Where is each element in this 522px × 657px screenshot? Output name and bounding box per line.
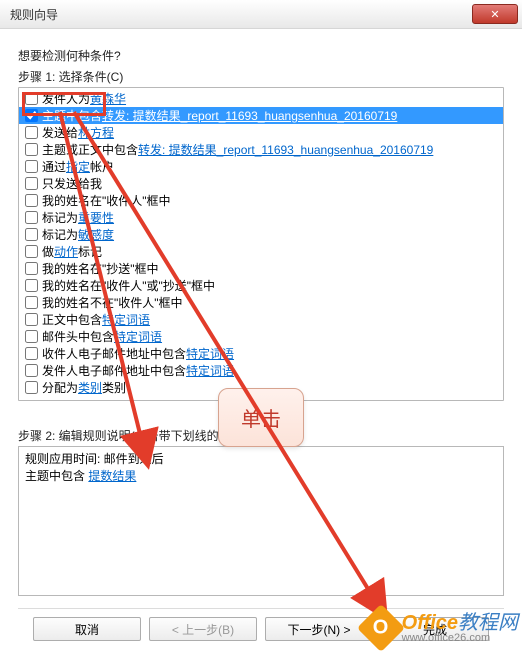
condition-checkbox[interactable] <box>25 330 38 343</box>
condition-prefix: 我的姓名在"收件人"或"抄送"框中 <box>42 277 215 294</box>
content-area: 想要检测何种条件? 步骤 1: 选择条件(C) 发件人为 黄森华主题中包含 转发… <box>0 29 522 608</box>
condition-checkbox[interactable] <box>25 143 38 156</box>
condition-checkbox[interactable] <box>25 126 38 139</box>
condition-checkbox[interactable] <box>25 92 38 105</box>
close-icon: ✕ <box>490 8 499 21</box>
condition-checkbox[interactable] <box>25 228 38 241</box>
condition-prefix: 邮件头中包含 <box>42 328 114 345</box>
rule-description-box: 规则应用时间: 邮件到达后 主题中包含 提数结果 <box>18 446 504 596</box>
condition-checkbox[interactable] <box>25 177 38 190</box>
condition-suffix: 类别 <box>102 379 126 396</box>
condition-row[interactable]: 通过 指定 帐户 <box>19 158 503 175</box>
desc-subject-link[interactable]: 提数结果 <box>88 469 136 483</box>
condition-link[interactable]: 类别 <box>78 379 102 396</box>
step1-label: 步骤 1: 选择条件(C) <box>18 68 504 85</box>
condition-prefix: 只发送给我 <box>42 175 102 192</box>
callout-text: 单击 <box>241 409 281 431</box>
condition-prefix: 正文中包含 <box>42 311 102 328</box>
condition-row[interactable]: 发送给 林方程 <box>19 124 503 141</box>
question-heading: 想要检测何种条件? <box>18 47 504 64</box>
condition-link[interactable]: 转发: 提数结果_report_11693_huangsenhua_201607… <box>102 107 397 124</box>
condition-prefix: 主题中包含 <box>42 107 102 124</box>
condition-checkbox[interactable] <box>25 296 38 309</box>
condition-row[interactable]: 我的姓名在"收件人"或"抄送"框中 <box>19 277 503 294</box>
condition-prefix: 分配为 <box>42 379 78 396</box>
condition-checkbox[interactable] <box>25 364 38 377</box>
watermark-url: www.office26.com <box>402 633 518 644</box>
condition-row[interactable]: 标记为 重要性 <box>19 209 503 226</box>
condition-row[interactable]: 主题或正文中包含 转发: 提数结果_report_11693_huangsenh… <box>19 141 503 158</box>
condition-row[interactable]: 发件人为 黄森华 <box>19 90 503 107</box>
condition-row[interactable]: 做 动作 标记 <box>19 243 503 260</box>
watermark-icon: O <box>357 604 405 652</box>
condition-link[interactable]: 敏感度 <box>78 226 114 243</box>
condition-prefix: 通过 <box>42 158 66 175</box>
condition-prefix: 标记为 <box>42 226 78 243</box>
condition-prefix: 收件人电子邮件地址中包含 <box>42 345 186 362</box>
condition-row[interactable]: 只发送给我 <box>19 175 503 192</box>
condition-link[interactable]: 特定词语 <box>102 311 150 328</box>
condition-link[interactable]: 特定词语 <box>186 345 234 362</box>
annotation-callout: 单击 <box>218 388 304 447</box>
condition-row[interactable]: 主题中包含 转发: 提数结果_report_11693_huangsenhua_… <box>19 107 503 124</box>
condition-checkbox[interactable] <box>25 381 38 394</box>
dialog-window: 规则向导 ✕ 想要检测何种条件? 步骤 1: 选择条件(C) 发件人为 黄森华主… <box>0 0 522 657</box>
condition-row[interactable]: 发件人电子邮件地址中包含 特定词语 <box>19 362 503 379</box>
condition-checkbox[interactable] <box>25 262 38 275</box>
window-title: 规则向导 <box>10 6 472 23</box>
condition-prefix: 标记为 <box>42 209 78 226</box>
condition-link[interactable]: 特定词语 <box>186 362 234 379</box>
condition-prefix: 发送给 <box>42 124 78 141</box>
condition-checkbox[interactable] <box>25 160 38 173</box>
conditions-container: 发件人为 黄森华主题中包含 转发: 提数结果_report_11693_huan… <box>19 88 503 398</box>
condition-checkbox[interactable] <box>25 109 38 122</box>
condition-prefix: 做 <box>42 243 54 260</box>
desc-line-2-prefix: 主题中包含 <box>25 469 88 483</box>
condition-row[interactable]: 我的姓名不在"收件人"框中 <box>19 294 503 311</box>
condition-row[interactable]: 我的姓名在"抄送"框中 <box>19 260 503 277</box>
condition-checkbox[interactable] <box>25 211 38 224</box>
condition-checkbox[interactable] <box>25 245 38 258</box>
condition-checkbox[interactable] <box>25 194 38 207</box>
condition-suffix: 帐户 <box>90 158 114 175</box>
watermark: O Office教程网 www.office26.com <box>364 611 518 645</box>
separator <box>18 608 504 609</box>
condition-row[interactable]: 邮件头中包含 特定词语 <box>19 328 503 345</box>
condition-row[interactable]: 收件人电子邮件地址中包含 特定词语 <box>19 345 503 362</box>
condition-prefix: 发件人电子邮件地址中包含 <box>42 362 186 379</box>
condition-link[interactable]: 特定词语 <box>114 328 162 345</box>
titlebar: 规则向导 ✕ <box>0 0 522 29</box>
watermark-brand: Office教程网 <box>402 613 518 633</box>
condition-link[interactable]: 指定 <box>66 158 90 175</box>
condition-link[interactable]: 动作 <box>54 243 78 260</box>
condition-checkbox[interactable] <box>25 279 38 292</box>
close-button[interactable]: ✕ <box>472 4 518 24</box>
condition-link[interactable]: 转发: 提数结果_report_11693_huangsenhua_201607… <box>138 141 433 158</box>
condition-checkbox[interactable] <box>25 347 38 360</box>
condition-link[interactable]: 林方程 <box>78 124 114 141</box>
condition-prefix: 我的姓名不在"收件人"框中 <box>42 294 183 311</box>
condition-row[interactable]: 正文中包含 特定词语 <box>19 311 503 328</box>
condition-prefix: 发件人为 <box>42 90 90 107</box>
desc-line-2: 主题中包含 提数结果 <box>25 468 497 485</box>
condition-checkbox[interactable] <box>25 313 38 326</box>
condition-row[interactable]: 我的姓名在"收件人"框中 <box>19 192 503 209</box>
step2-area: 步骤 2: 编辑规则说明(单击带下划线的值)(D) 规则应用时间: 邮件到达后 … <box>18 427 504 596</box>
condition-suffix: 标记 <box>78 243 102 260</box>
conditions-listbox[interactable]: 发件人为 黄森华主题中包含 转发: 提数结果_report_11693_huan… <box>18 87 504 401</box>
condition-row[interactable]: 标记为 敏感度 <box>19 226 503 243</box>
back-button[interactable]: < 上一步(B) <box>149 617 257 641</box>
desc-line-1: 规则应用时间: 邮件到达后 <box>25 451 497 468</box>
watermark-text: Office教程网 www.office26.com <box>402 613 518 644</box>
cancel-button[interactable]: 取消 <box>33 617 141 641</box>
condition-prefix: 主题或正文中包含 <box>42 141 138 158</box>
condition-link[interactable]: 重要性 <box>78 209 114 226</box>
next-button[interactable]: 下一步(N) > <box>265 617 373 641</box>
condition-prefix: 我的姓名在"收件人"框中 <box>42 192 171 209</box>
condition-link[interactable]: 黄森华 <box>90 90 126 107</box>
condition-prefix: 我的姓名在"抄送"框中 <box>42 260 159 277</box>
